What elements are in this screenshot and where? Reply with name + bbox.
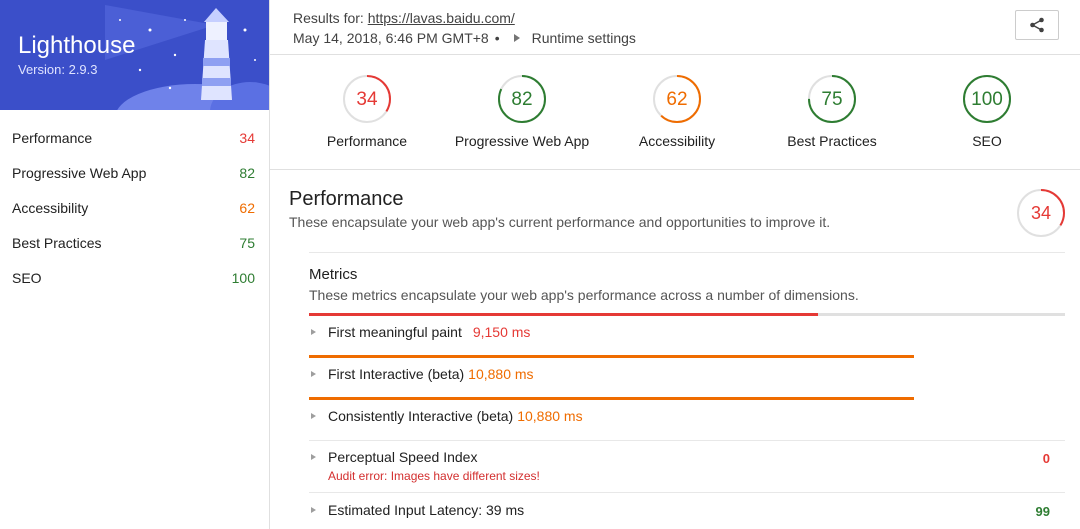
sidebar-item-score: 75 (239, 234, 255, 251)
metric-label: Perceptual Speed Index (328, 449, 478, 465)
sidebar: Lighthouse Version: 2.9.3 Performance 34… (0, 0, 270, 529)
metric-bar-fill (309, 397, 914, 400)
audit-score: 99 (1035, 504, 1050, 519)
app-version: Version: 2.9.3 (18, 62, 98, 77)
separator-dot: • (494, 30, 500, 46)
metric-line: First meaningful paint 9,150 ms (309, 324, 530, 340)
runtime-settings-toggle[interactable]: Runtime settings (532, 30, 636, 46)
expand-triangle-icon (311, 454, 316, 460)
sidebar-item-pwa[interactable]: Progressive Web App 82 (0, 155, 269, 190)
gauge-label: SEO (972, 133, 1002, 149)
metric-value: 9,150 ms (472, 324, 531, 340)
metric-row-estimated-input-latency[interactable]: Estimated Input Latency: 39 ms 99 (309, 493, 1065, 529)
score-gauges: 34 Performance 82 Progressive Web App 62… (270, 55, 1080, 170)
sidebar-item-best-practices[interactable]: Best Practices 75 (0, 225, 269, 260)
gauge-score: 34 (356, 89, 378, 110)
metric-label: Consistently Interactive (beta) (328, 408, 514, 424)
metric-line: Perceptual Speed Index (309, 449, 477, 465)
results-prefix: Results for: (293, 10, 368, 26)
gauge-label: Accessibility (638, 133, 716, 149)
expand-triangle-icon (311, 413, 316, 419)
section-title-performance: Performance (289, 188, 404, 210)
sidebar-item-performance[interactable]: Performance 34 (0, 120, 269, 155)
audit-error-message: Audit error: Images have different sizes… (328, 469, 540, 483)
score-gauge-ring: 34 (343, 75, 391, 123)
gauge-score: 75 (821, 89, 842, 110)
metric-label: Estimated Input Latency: 39 ms (328, 502, 525, 518)
sidebar-item-score: 62 (239, 199, 255, 216)
metric-row-perceptual-speed-index[interactable]: Perceptual Speed Index 0 (309, 441, 1065, 491)
gauge-best-practices[interactable]: 75 Best Practices (752, 55, 912, 149)
expand-triangle-icon (311, 329, 316, 335)
metric-value: 10,880 ms (517, 408, 583, 424)
score-gauge-ring: 100 (963, 75, 1011, 123)
meta-line: May 14, 2018, 6:46 PM GMT+8 • Runtime se… (293, 30, 636, 46)
metric-bar-fill (309, 355, 914, 358)
sidebar-item-score: 100 (231, 269, 255, 286)
score-gauge-ring: 62 (653, 75, 701, 123)
score-gauge-ring: 82 (498, 75, 546, 123)
share-button[interactable] (1015, 10, 1059, 40)
expand-triangle-icon (311, 371, 316, 377)
sidebar-item-label: Accessibility (12, 199, 89, 216)
metrics-description: These metrics encapsulate your web app's… (309, 287, 859, 303)
share-icon (1030, 17, 1044, 33)
sidebar-item-score: 34 (239, 129, 255, 146)
section-score-gauge: 34 (1016, 188, 1066, 243)
category-nav: Performance 34 Progressive Web App 82 Ac… (0, 120, 269, 295)
gauge-score: 82 (511, 89, 532, 110)
lighthouse-banner: Lighthouse Version: 2.9.3 (0, 0, 269, 110)
sidebar-item-label: Best Practices (12, 234, 102, 251)
sidebar-item-label: Performance (12, 129, 93, 146)
score-gauge-ring: 34 (1017, 189, 1065, 237)
gauge-score: 100 (971, 89, 1003, 110)
metric-value: 10,880 ms (468, 366, 534, 382)
audit-score: 0 (1042, 451, 1050, 466)
metric-bar-fill (309, 313, 818, 316)
gauge-performance[interactable]: 34 Performance (287, 55, 447, 149)
metric-line: First Interactive (beta) 10,880 ms (309, 366, 534, 382)
gauge-seo[interactable]: 100 SEO (907, 55, 1067, 149)
gauge-label: Performance (326, 133, 408, 149)
results-line: Results for: https://lavas.baidu.com/ (293, 10, 515, 26)
gauge-label: Progressive Web App (454, 133, 590, 149)
sidebar-item-label: Progressive Web App (12, 164, 147, 181)
score-gauge-ring: 75 (808, 75, 856, 123)
metric-line: Estimated Input Latency: 39 ms (309, 502, 524, 518)
app-title: Lighthouse (18, 32, 136, 59)
sidebar-item-accessibility[interactable]: Accessibility 62 (0, 190, 269, 225)
gauge-label: Best Practices (787, 133, 877, 149)
metric-label: First meaningful paint (328, 324, 462, 340)
sidebar-item-seo[interactable]: SEO 100 (0, 260, 269, 295)
metric-label: First Interactive (beta) (328, 366, 465, 382)
gauge-pwa[interactable]: 82 Progressive Web App (442, 55, 602, 149)
sidebar-item-score: 82 (239, 164, 255, 181)
report-header: Results for: https://lavas.baidu.com/ Ma… (270, 0, 1080, 55)
report-timestamp: May 14, 2018, 6:46 PM GMT+8 (293, 30, 489, 46)
tested-url-link[interactable]: https://lavas.baidu.com/ (368, 10, 515, 26)
sidebar-item-label: SEO (12, 269, 42, 286)
section-description: These encapsulate your web app's current… (289, 214, 831, 230)
gauge-accessibility[interactable]: 62 Accessibility (597, 55, 757, 149)
expand-triangle-icon (311, 507, 316, 513)
disclosure-triangle-icon (513, 34, 520, 42)
metrics-title: Metrics (309, 266, 358, 283)
gauge-score: 62 (666, 89, 687, 110)
divider (309, 252, 1065, 253)
metric-line: Consistently Interactive (beta) 10,880 m… (309, 408, 583, 424)
section-score: 34 (1031, 203, 1051, 223)
